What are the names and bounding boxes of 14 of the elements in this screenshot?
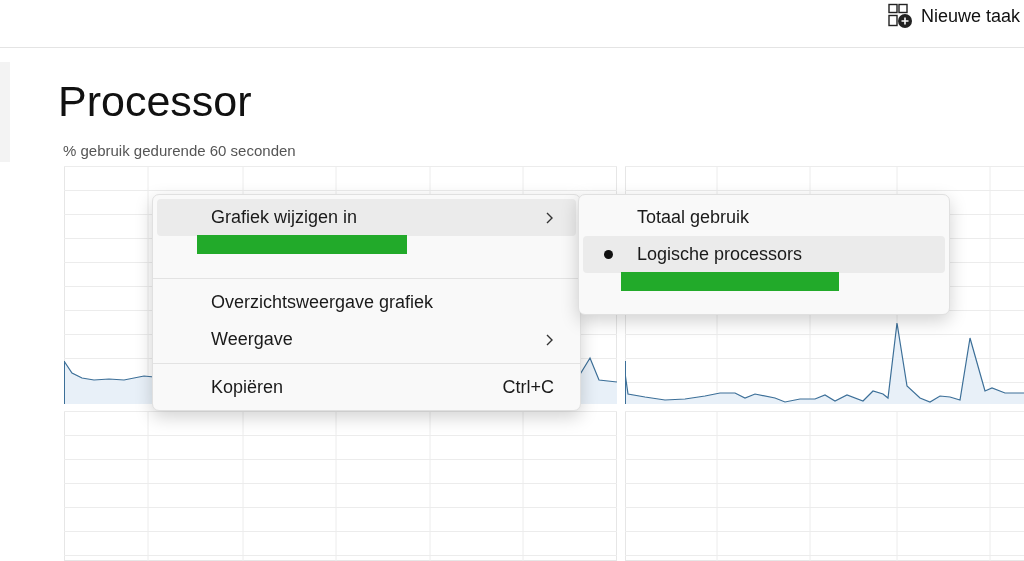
shortcut-text: Ctrl+C (502, 377, 554, 398)
graph-caption: % gebruik gedurende 60 seconden (63, 142, 297, 160)
chevron-right-icon (546, 211, 554, 224)
menu-item[interactable]: Grafiek wijzigen in (157, 199, 576, 236)
menu-item[interactable]: Weergave (157, 321, 576, 358)
menu-item[interactable]: Logische processors (583, 236, 945, 273)
menu-item[interactable]: Totaal gebruik (583, 199, 945, 236)
new-task-button[interactable]: Nieuwe taak (886, 0, 1024, 29)
radio-bullet-icon (604, 250, 613, 259)
chevron-right-icon (546, 333, 554, 346)
menu-item[interactable]: Overzichtsweergave grafiek (157, 284, 576, 321)
page-title: Processor (58, 76, 253, 126)
menu-item[interactable]: Kopiëren Ctrl+C (157, 369, 576, 406)
new-task-icon (886, 3, 913, 29)
